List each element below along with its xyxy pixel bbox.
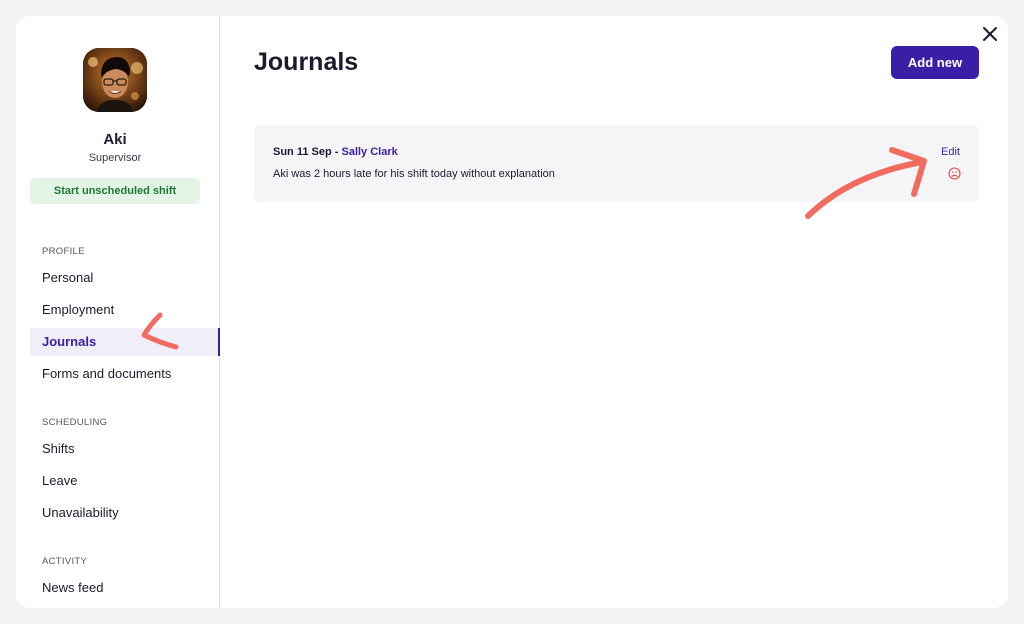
avatar-photo (83, 48, 147, 112)
section-title-activity: ACTIVITY (42, 556, 88, 567)
avatar (83, 48, 147, 112)
page-title: Journals (254, 48, 359, 76)
edit-link[interactable]: Edit (941, 146, 960, 158)
sidebar-item-news-feed[interactable]: News feed (30, 574, 220, 602)
sidebar-item-employment[interactable]: Employment (30, 296, 220, 324)
add-new-button[interactable]: Add new (891, 46, 979, 79)
sidebar-item-journals[interactable]: Journals (30, 328, 220, 356)
journal-date: Sun 11 Sep (273, 146, 332, 158)
close-icon[interactable] (980, 24, 1000, 44)
sidebar-item-forms-and-documents[interactable]: Forms and documents (30, 360, 220, 388)
profile-modal: Aki Supervisor Start unscheduled shift P… (16, 16, 1008, 608)
user-role: Supervisor (88, 152, 142, 164)
sidebar: Aki Supervisor Start unscheduled shift P… (16, 16, 220, 608)
journal-entry: Sun 11 Sep - Sally Clark Aki was 2 hours… (254, 125, 979, 202)
section-title-scheduling: SCHEDULING (42, 417, 108, 428)
section-title-profile: PROFILE (42, 246, 85, 257)
sidebar-item-shifts[interactable]: Shifts (30, 435, 220, 463)
journal-author-link[interactable]: Sally Clark (341, 146, 397, 158)
user-name: Aki (103, 131, 127, 148)
journal-meta: Sun 11 Sep - Sally Clark (273, 146, 398, 158)
start-unscheduled-shift-button[interactable]: Start unscheduled shift (30, 178, 200, 204)
journal-text: Aki was 2 hours late for his shift today… (273, 168, 555, 180)
sidebar-item-personal[interactable]: Personal (30, 264, 220, 292)
sidebar-item-leave[interactable]: Leave (30, 467, 220, 495)
sidebar-item-unavailability[interactable]: Unavailability (30, 499, 220, 527)
sad-face-icon (948, 167, 961, 180)
